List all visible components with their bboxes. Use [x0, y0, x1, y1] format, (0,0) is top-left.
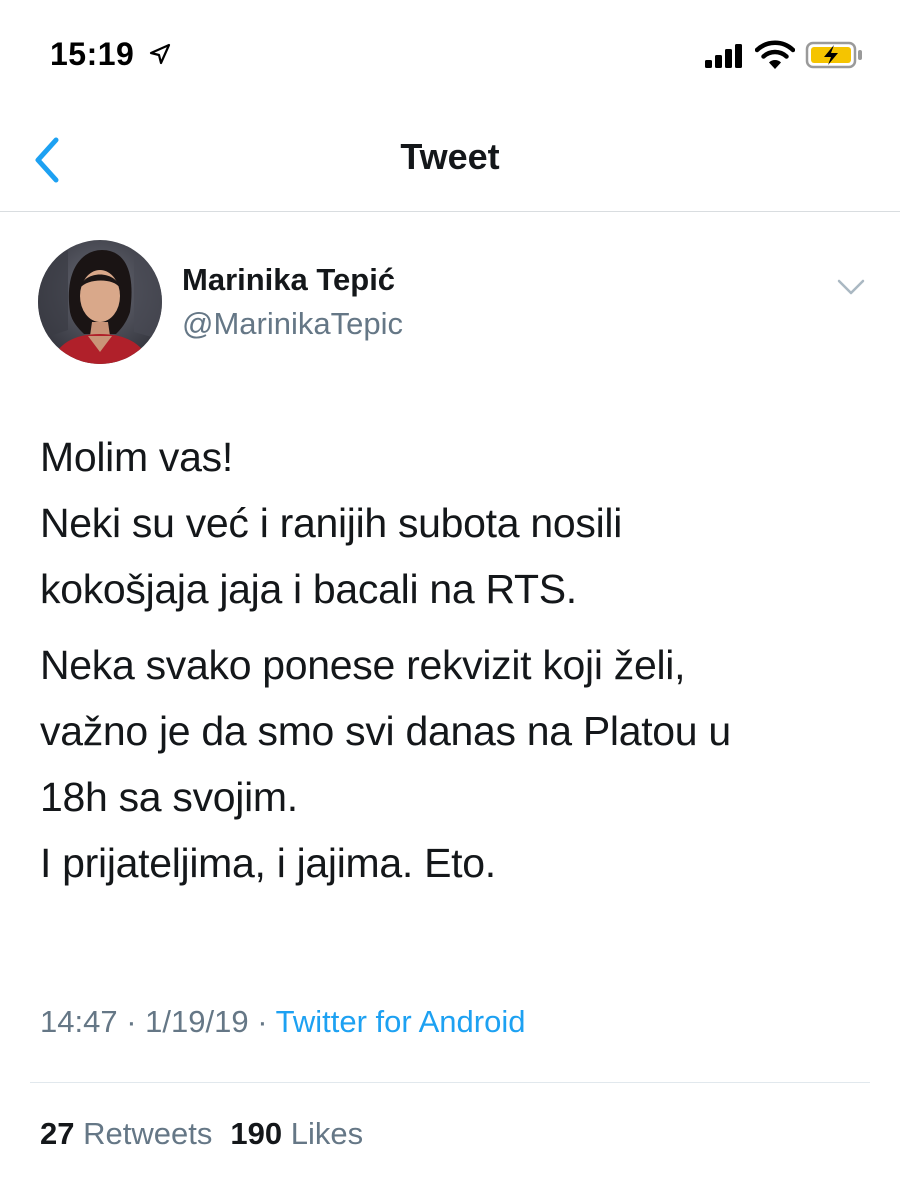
tweet-source-link[interactable]: Twitter for Android	[276, 1004, 526, 1039]
cellular-signal-icon	[705, 44, 742, 68]
wifi-icon	[755, 40, 795, 69]
tweet-text: Molim vas! Neki su već i ranijih subota …	[40, 424, 870, 896]
tweet-line: 18h sa svojim.	[40, 774, 298, 820]
meta-separator: ·	[257, 1004, 268, 1039]
author-handle[interactable]: @MarinikaTepic	[182, 306, 403, 342]
avatar-photo	[38, 240, 162, 364]
tweet-line: Molim vas!	[40, 434, 233, 480]
meta-separator: ·	[126, 1004, 137, 1039]
tweet-line: Neka svako ponese rekvizit koji želi,	[40, 642, 686, 688]
tweet-paragraph: Neka svako ponese rekvizit koji želi, va…	[40, 632, 870, 896]
retweets-stat[interactable]: 27 Retweets	[40, 1116, 212, 1151]
tweet-options-button[interactable]	[836, 276, 866, 298]
retweets-label: Retweets	[83, 1116, 213, 1151]
likes-count: 190	[230, 1116, 283, 1151]
tweet-paragraph: Molim vas! Neki su već i ranijih subota …	[40, 424, 870, 622]
tweet-stats: 27 Retweets 190 Likes	[40, 1116, 363, 1152]
tweet-line: važno je da smo svi danas na Platou u	[40, 708, 731, 754]
tweet-line: I prijateljima, i jajima. Eto.	[40, 840, 496, 886]
status-bar: 15:19	[0, 0, 900, 110]
status-time: 15:19	[50, 36, 135, 72]
tweet-line: kokošjaja jaja i bacali na RTS.	[40, 566, 577, 612]
battery-charging-icon	[805, 41, 862, 69]
chevron-down-icon	[837, 279, 865, 295]
tweet-meta: 14:47 · 1/19/19 · Twitter for Android	[40, 1004, 525, 1040]
retweets-count: 27	[40, 1116, 75, 1151]
tweet-line: Neki su već i ranijih subota nosili	[40, 500, 622, 546]
tweet-date: 1/19/19	[145, 1004, 249, 1039]
author-name[interactable]: Marinika Tepić	[182, 262, 395, 298]
navigation-bar: Tweet	[0, 110, 900, 212]
tweet-time: 14:47	[40, 1004, 118, 1039]
page-title: Tweet	[400, 136, 500, 177]
likes-label: Likes	[290, 1116, 364, 1151]
avatar[interactable]	[38, 240, 162, 364]
tweet-detail-screen: 15:19 Tweet Marinika Tepić @MarinikaTepi…	[0, 0, 900, 1185]
divider	[30, 1082, 870, 1083]
location-arrow-icon	[149, 43, 171, 65]
likes-stat[interactable]: 190 Likes	[230, 1116, 363, 1151]
